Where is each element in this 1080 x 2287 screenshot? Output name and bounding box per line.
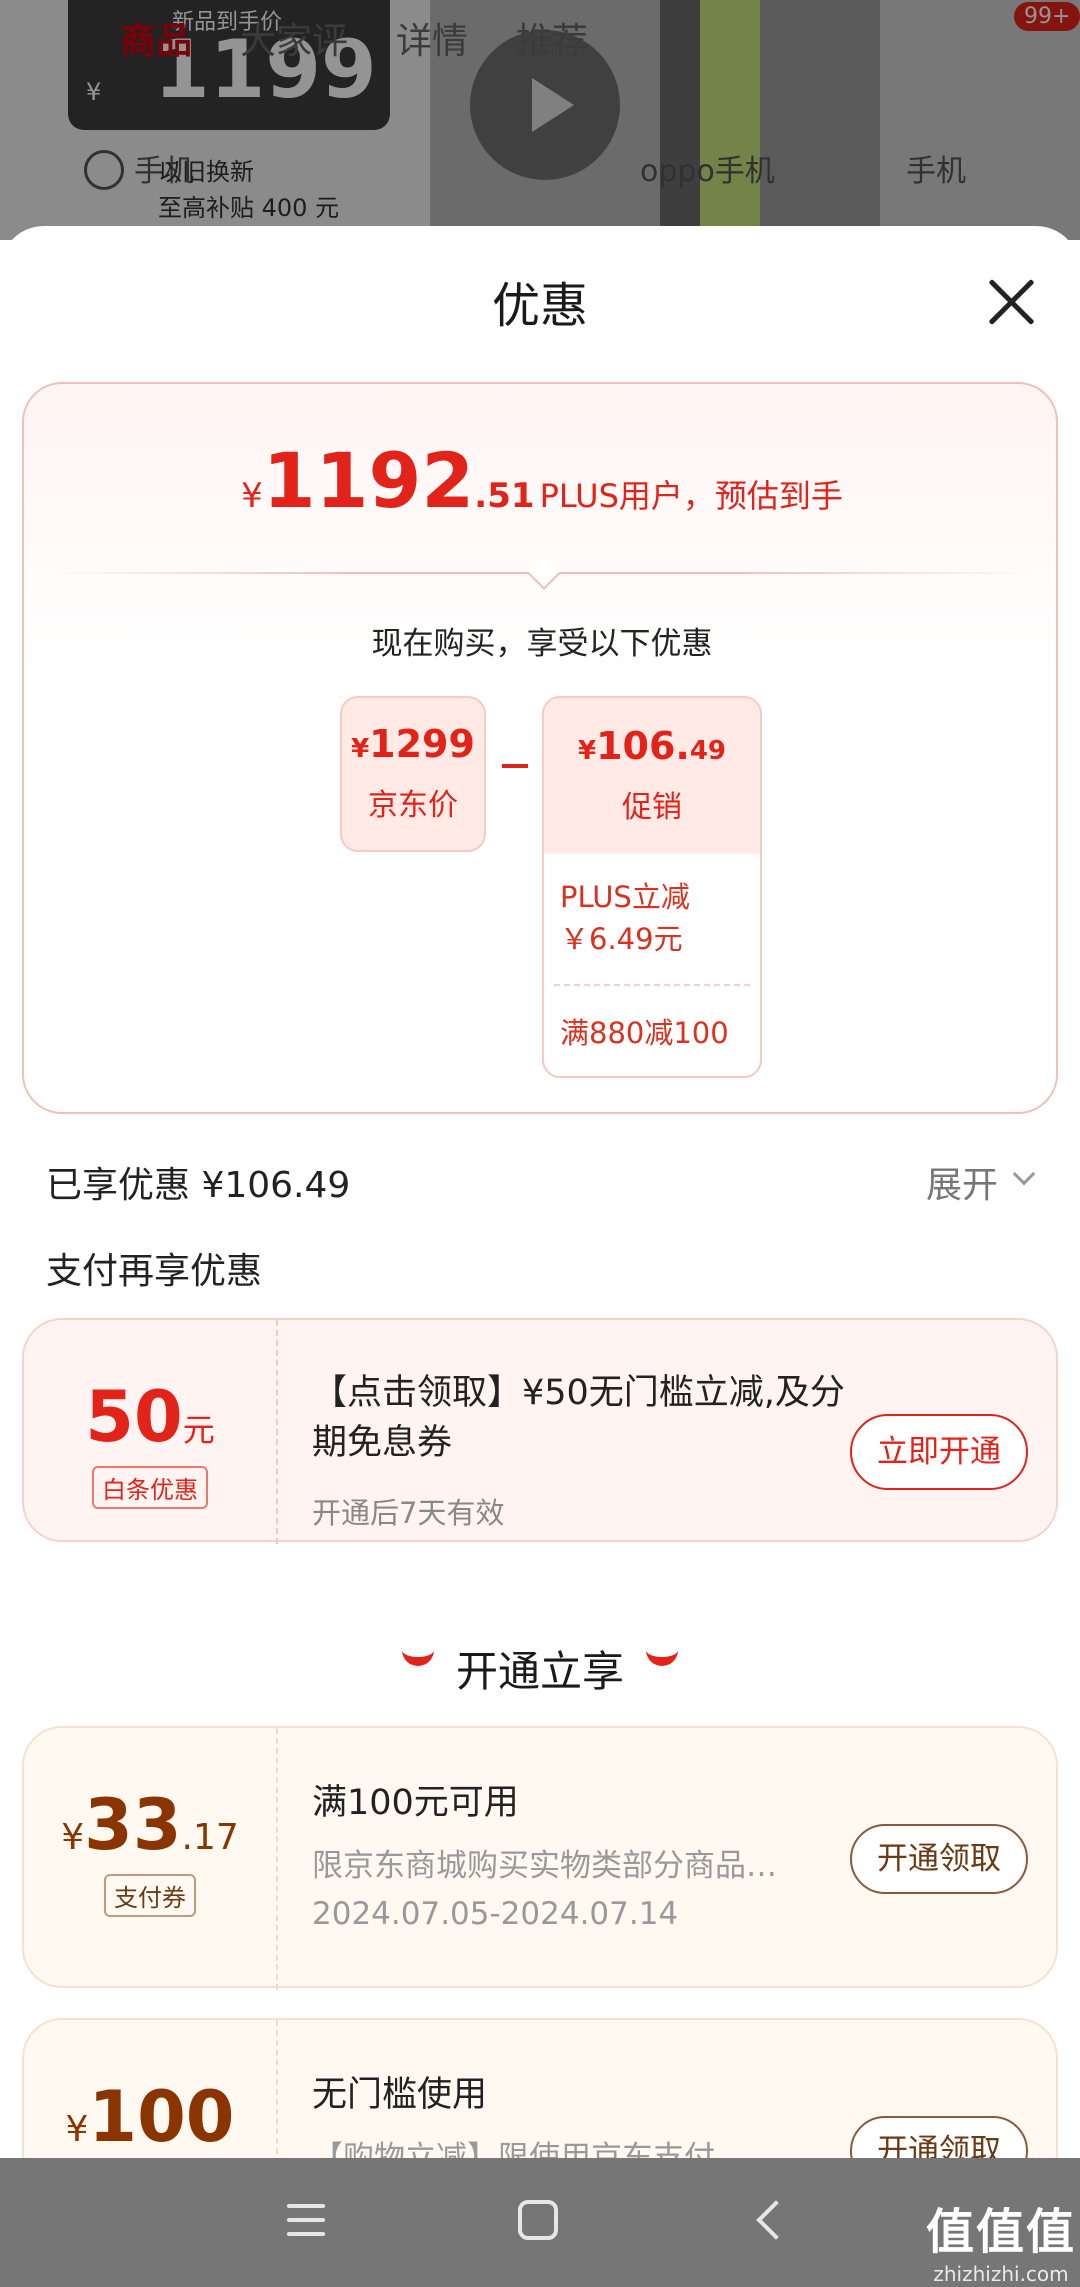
promo-detail-full-reduction: 满880减100 — [560, 1016, 729, 1050]
baitiao-offer-card[interactable]: 50元 白条优惠 【点击领取】¥50无门槛立减,及分期免息券 开通后7天有效 立… — [22, 1318, 1058, 1544]
sheet-title: 优惠 — [491, 278, 588, 334]
baitiao-subtitle: 开通后7天有效 — [312, 1496, 505, 1530]
coupon-card[interactable]: ¥100 无门槛使用 【购物立减】限使用京东支付 开通领取 — [22, 2018, 1058, 2158]
promo-value-small: 49 — [689, 736, 727, 766]
coupon-title: 满100元可用 — [312, 1783, 519, 1823]
estimate-currency: ¥ — [241, 476, 263, 516]
coupon-title: 无门槛使用 — [312, 2075, 488, 2115]
divider-notch — [527, 556, 561, 590]
system-nav-bar: 值值值 zhizhizhi.com — [0, 2158, 1080, 2287]
menu-icon[interactable] — [287, 2204, 325, 2246]
home-icon[interactable] — [518, 2200, 558, 2240]
estimate-decimal: .51 — [474, 476, 535, 516]
open-enjoy-title: 开通立享 — [455, 1647, 624, 1696]
promo-box: ¥106.49 促销 PLUS立减 ￥6.49元 满880减100 — [542, 696, 762, 1078]
expand-button[interactable]: 展开 — [926, 1156, 998, 1208]
coupon-integer: 33 — [84, 1784, 182, 1866]
pay-section-title: 支付再享优惠 — [46, 1251, 263, 1292]
background-product-page: 新品到手价 ¥ 1199 商品 大家评 详情 推荐 99+ 手机 以旧换新 至高… — [0, 0, 1080, 240]
jd-price-currency: ¥ — [351, 734, 370, 764]
promo-label: 促销 — [622, 790, 682, 825]
open-claim-button[interactable]: 开通领取 — [850, 1824, 1028, 1894]
coupon-tag: 支付券 — [104, 1874, 196, 1917]
discount-sheet: 优惠 ¥1192.51 PLUS用户，预估到手 现在购买，享受以下优惠 ¥129… — [0, 226, 1080, 2158]
estimated-price: ¥1192.51 PLUS用户，预估到手 — [24, 436, 1060, 525]
price-breakdown-card: ¥1192.51 PLUS用户，预估到手 现在购买，享受以下优惠 ¥1299 京… — [22, 382, 1058, 1114]
watermark-main: 值值值 — [926, 2204, 1077, 2260]
baitiao-title: 【点击领取】¥50无门槛立减,及分期免息券 — [312, 1373, 845, 1463]
open-now-button[interactable]: 立即开通 — [850, 1414, 1028, 1490]
coupon-date: 2024.07.05-2024.07.14 — [312, 1896, 679, 1932]
watermark-sub: zhizhizhi.com — [933, 2262, 1069, 2286]
coupon-desc: 限京东商城购买实物类部分商品… — [312, 1848, 777, 1884]
coupon-decimal: .17 — [181, 1817, 239, 1858]
close-icon[interactable] — [980, 270, 1044, 334]
promo-currency: ¥ — [577, 736, 597, 766]
watermark: 值值值 zhizhizhi.com — [926, 2192, 1076, 2286]
baitiao-amount: 50 — [85, 1376, 183, 1458]
coupon-desc: 【购物立减】限使用京东支付 — [312, 2140, 715, 2158]
baitiao-tag: 白条优惠 — [92, 1466, 208, 1509]
coupon-card[interactable]: ¥33.17 支付券 满100元可用 限京东商城购买实物类部分商品… 2024.… — [22, 1726, 1058, 1990]
enjoyed-discount: 已享优惠 ¥106.49 — [46, 1165, 351, 1206]
back-icon[interactable] — [756, 2200, 796, 2240]
baitiao-unit: 元 — [182, 1411, 215, 1449]
coupon-currency: ¥ — [61, 1817, 85, 1858]
chevron-down-icon[interactable] — [1012, 1162, 1036, 1186]
estimate-description: PLUS用户，预估到手 — [539, 477, 843, 515]
jd-price-label: 京东价 — [368, 788, 458, 823]
promo-detail-plus: PLUS立减 — [560, 880, 690, 914]
minus-sign — [502, 764, 528, 768]
jd-price-box: ¥1299 京东价 — [340, 696, 486, 852]
estimate-integer: 1192 — [262, 436, 475, 525]
buy-hint: 现在购买，享受以下优惠 — [371, 626, 713, 662]
dim-overlay[interactable] — [0, 0, 1080, 240]
jd-price-value: 1299 — [369, 722, 475, 766]
promo-detail-plus-amount: ￥6.49元 — [560, 922, 683, 956]
promo-value: 106. — [596, 724, 690, 768]
coupon-integer: 100 — [88, 2076, 235, 2158]
coupon-currency: ¥ — [65, 2109, 89, 2150]
open-claim-button[interactable]: 开通领取 — [850, 2116, 1028, 2158]
